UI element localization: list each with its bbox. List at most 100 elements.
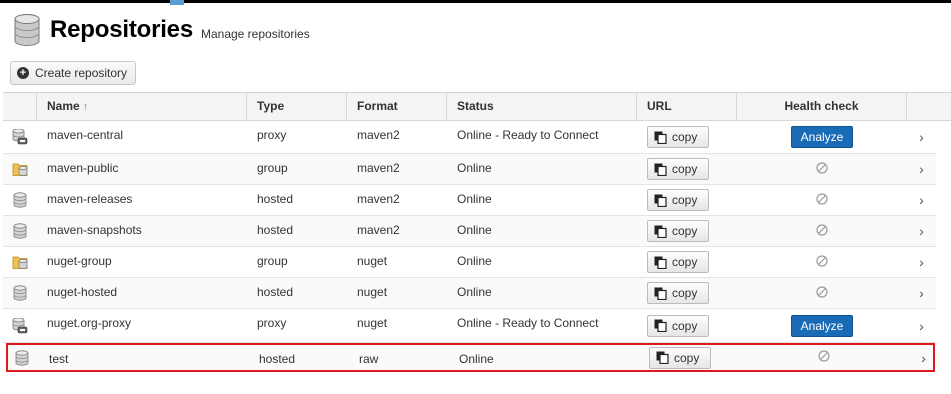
table-row[interactable]: test hosted raw Online copy › (6, 343, 935, 372)
group-repo-icon (12, 254, 28, 270)
table-row[interactable]: nuget-hosted hosted nuget Online copy › (3, 278, 936, 309)
copy-icon (654, 163, 667, 176)
row-type-icon-cell (5, 345, 39, 370)
copy-url-button[interactable]: copy (647, 189, 709, 211)
url-cell: copy (637, 309, 737, 342)
row-type-icon-cell (3, 121, 37, 153)
url-cell: copy (637, 185, 737, 215)
repo-status: Online (457, 161, 492, 175)
column-header-health-check[interactable]: Health check (737, 93, 907, 120)
repo-status: Online - Ready to Connect (457, 316, 599, 330)
chevron-right-icon[interactable]: › (921, 350, 926, 366)
row-chevron-cell: › (907, 154, 936, 184)
copy-label: copy (674, 350, 700, 365)
health-check-cell (737, 216, 907, 246)
health-check-disabled-icon (816, 223, 828, 239)
copy-icon (654, 287, 667, 300)
copy-label: copy (672, 162, 698, 176)
page-header: Repositories Manage repositories (14, 12, 310, 48)
row-type-icon-cell (3, 185, 37, 215)
row-chevron-cell: › (907, 278, 936, 308)
health-check-cell (737, 247, 907, 277)
proxy-repo-icon (12, 128, 28, 145)
copy-url-button[interactable]: copy (647, 158, 709, 180)
copy-url-button[interactable]: copy (647, 282, 709, 304)
repo-name: nuget-group (47, 254, 112, 268)
row-chevron-cell: › (907, 185, 936, 215)
repo-name: nuget.org-proxy (47, 316, 132, 330)
url-cell: copy (637, 278, 737, 308)
url-cell: copy (637, 216, 737, 246)
health-check-disabled-icon (816, 254, 828, 270)
repo-type: group (257, 254, 288, 268)
grid-header: Name ↑ Type Format Status URL Health chec… (3, 92, 951, 121)
copy-url-button[interactable]: copy (647, 251, 709, 273)
column-header-type[interactable]: Type (247, 93, 347, 120)
copy-icon (654, 256, 667, 269)
url-cell: copy (637, 247, 737, 277)
copy-label: copy (672, 130, 698, 144)
column-header-status[interactable]: Status (447, 93, 637, 120)
chevron-right-icon[interactable]: › (919, 254, 924, 270)
table-row[interactable]: maven-central proxy maven2 Online - Ready t… (3, 121, 936, 154)
repo-status: Online (457, 254, 492, 268)
analyze-label: Analyze (800, 130, 844, 144)
column-header-url[interactable]: URL (637, 93, 737, 120)
repo-status: Online - Ready to Connect (457, 128, 599, 142)
column-header-name[interactable]: Name ↑ (37, 93, 247, 120)
health-check-cell: Analyze (737, 309, 907, 342)
repo-name: maven-public (47, 161, 119, 175)
chevron-right-icon[interactable]: › (919, 318, 924, 334)
repo-format: nuget (357, 285, 388, 299)
repo-name: maven-snapshots (47, 223, 142, 237)
copy-url-button[interactable]: copy (647, 314, 709, 337)
copy-url-button[interactable]: copy (647, 126, 709, 148)
page-title: Repositories (50, 16, 193, 43)
chevron-right-icon[interactable]: › (919, 161, 924, 177)
repo-type: hosted (259, 352, 296, 366)
hosted-repo-icon (12, 223, 28, 239)
repo-name: nuget-hosted (47, 285, 118, 299)
health-check-disabled-icon (818, 350, 830, 365)
active-nav-indicator (170, 0, 184, 5)
proxy-repo-icon (12, 317, 28, 334)
table-row[interactable]: maven-public group maven2 Online copy › (3, 154, 936, 185)
copy-label: copy (672, 286, 698, 300)
column-header-format[interactable]: Format (347, 93, 447, 120)
chevron-right-icon[interactable]: › (919, 285, 924, 301)
repo-status: Online (457, 223, 492, 237)
table-row[interactable]: maven-releases hosted maven2 Online copy › (3, 185, 936, 216)
row-type-icon-cell (3, 247, 37, 277)
health-check-cell (737, 185, 907, 215)
copy-url-button[interactable]: copy (649, 346, 711, 369)
table-row[interactable]: nuget.org-proxy proxy nuget Online - Ready … (3, 309, 936, 343)
analyze-button[interactable]: Analyze (790, 126, 854, 148)
repo-format: maven2 (357, 161, 400, 175)
table-row[interactable]: nuget-group group nuget Online copy › (3, 247, 936, 278)
repo-name: maven-releases (47, 192, 133, 206)
repo-type: group (257, 161, 288, 175)
url-cell: copy (637, 154, 737, 184)
row-chevron-cell: › (909, 345, 938, 370)
url-cell: copy (637, 121, 737, 153)
chevron-right-icon[interactable]: › (919, 192, 924, 208)
repo-format: nuget (357, 254, 388, 268)
chevron-right-icon[interactable]: › (919, 129, 924, 145)
copy-icon (654, 194, 667, 207)
plus-circle-icon: + (17, 67, 29, 79)
repo-format: maven2 (357, 128, 400, 142)
copy-url-button[interactable]: copy (647, 220, 709, 242)
top-bar (0, 0, 951, 3)
analyze-button[interactable]: Analyze (790, 314, 854, 337)
copy-label: copy (672, 255, 698, 269)
health-check-cell (737, 154, 907, 184)
row-type-icon-cell (3, 216, 37, 246)
row-type-icon-cell (3, 309, 37, 342)
copy-label: copy (672, 318, 698, 333)
repo-type: hosted (257, 192, 294, 206)
copy-icon (654, 319, 667, 332)
chevron-right-icon[interactable]: › (919, 223, 924, 239)
create-repository-button[interactable]: + Create repository (10, 61, 137, 85)
table-row[interactable]: maven-snapshots hosted maven2 Online copy › (3, 216, 936, 247)
repo-type: hosted (257, 285, 294, 299)
